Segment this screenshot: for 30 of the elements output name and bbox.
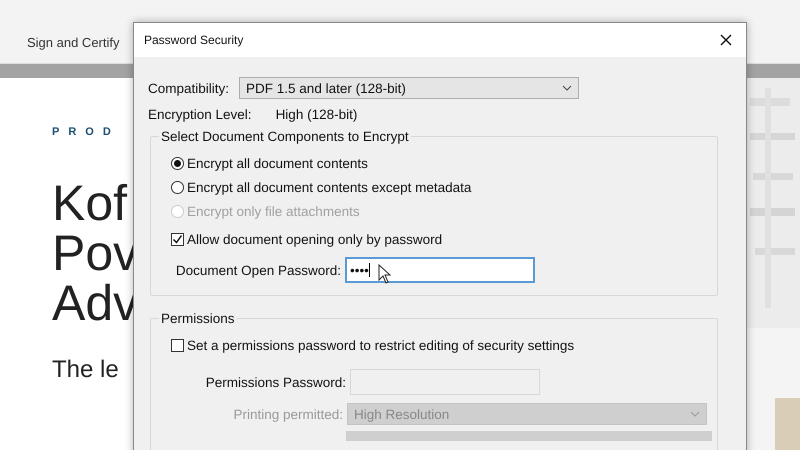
field-label: Document Open Password:: [174, 262, 342, 278]
encryption-level-label: Encryption Level:: [148, 107, 252, 122]
radio-button[interactable]: [171, 180, 184, 194]
checkbox-label[interactable]: Set a permissions password to restrict editing of security settings: [187, 338, 574, 352]
radio-button[interactable]: [171, 156, 184, 170]
group-title: Permissions: [159, 311, 237, 326]
mouse-pointer-icon: [378, 264, 392, 284]
radio-label[interactable]: Encrypt all document contents: [187, 156, 368, 170]
dialog-title: Password Security: [144, 33, 244, 47]
compatibility-label: Compatibility:: [148, 80, 230, 96]
radio-label[interactable]: Encrypt all document contents except metadata: [187, 180, 472, 194]
close-icon: [720, 34, 732, 46]
chevron-icon: [562, 85, 572, 91]
group-title: Select Document Components to Encrypt: [159, 129, 411, 144]
encryption-level-value: High (128-bit): [276, 107, 358, 122]
compatibility-dropdown[interactable]: PDF 1.5 and later (128-bit): [239, 77, 580, 99]
field-label: Permissions Password:: [204, 374, 347, 390]
lede-text: The le: [52, 356, 119, 384]
chevron-icon: [690, 411, 700, 417]
checkmark-icon: [172, 234, 183, 244]
headline-text: Kof: [52, 178, 128, 228]
password-field[interactable]: ••••: [345, 257, 535, 283]
field-label: Printing permitted:: [232, 406, 344, 422]
headline-text: Adv: [52, 278, 138, 328]
checkbox-label[interactable]: Allow document opening only by password: [187, 232, 442, 246]
eyebrow-text: PROD: [52, 126, 120, 138]
ribbon-label[interactable]: Sign and Certify: [27, 35, 120, 53]
checkbox[interactable]: [171, 338, 184, 352]
checkbox[interactable]: [171, 232, 184, 246]
headline-text: Pov: [52, 228, 138, 278]
